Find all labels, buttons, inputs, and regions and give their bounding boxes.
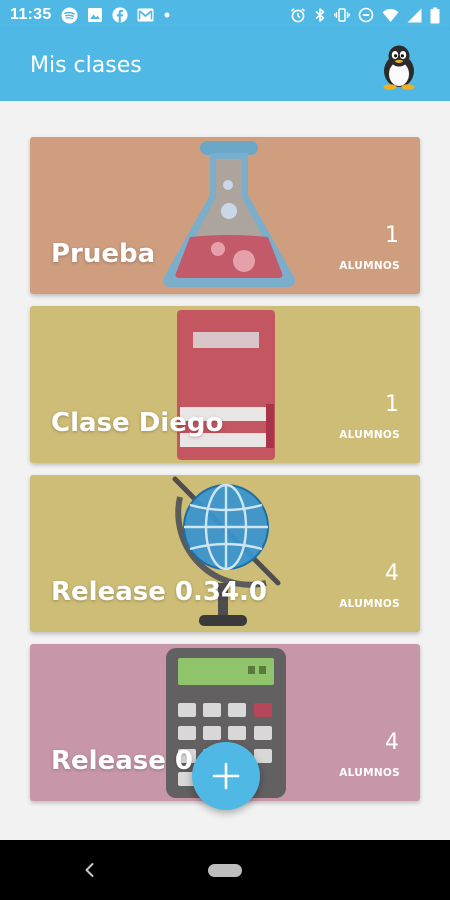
dot-icon (163, 11, 171, 19)
student-count: 4 (385, 730, 399, 755)
penguin-avatar-icon[interactable] (375, 42, 423, 90)
add-class-button[interactable] (192, 742, 260, 810)
student-count: 1 (385, 223, 399, 248)
gmail-icon (137, 8, 154, 22)
class-card[interactable]: Prueba 1 ALUMNOS (30, 137, 420, 294)
class-card[interactable]: Release 0.34.0 4 ALUMNOS (30, 475, 420, 632)
plus-icon (212, 762, 240, 790)
image-icon (87, 7, 103, 23)
page-title: Mis clases (30, 53, 142, 78)
facebook-icon (111, 7, 128, 23)
navigation-bar (0, 840, 450, 900)
student-count-label: ALUMNOS (339, 260, 400, 272)
back-arrow-icon[interactable] (80, 860, 100, 880)
student-count: 1 (385, 392, 399, 417)
class-name: Release 0.34.0 (51, 577, 268, 607)
home-pill-icon[interactable] (208, 864, 242, 877)
student-count: 4 (385, 561, 399, 586)
battery-icon (430, 7, 440, 24)
app-bar: Mis clases (0, 30, 450, 101)
alarm-icon (290, 7, 306, 23)
status-time: 11:35 (10, 6, 52, 23)
class-name: Prueba (51, 239, 156, 269)
student-count-label: ALUMNOS (339, 429, 400, 441)
class-name: Release 0. (51, 746, 203, 776)
class-card[interactable]: Clase Diego 1 ALUMNOS (30, 306, 420, 463)
dnd-icon (358, 7, 374, 23)
student-count-label: ALUMNOS (339, 767, 400, 779)
signal-icon (407, 8, 422, 23)
spotify-icon (61, 7, 78, 24)
bluetooth-icon (314, 7, 326, 23)
student-count-label: ALUMNOS (339, 598, 400, 610)
class-list: Prueba 1 ALUMNOS Clase Diego 1 ALUMNOS R… (0, 101, 450, 840)
status-bar: 11:35 (0, 0, 450, 30)
vibrate-icon (334, 7, 350, 23)
wifi-icon (382, 8, 399, 23)
class-name: Clase Diego (51, 408, 224, 438)
